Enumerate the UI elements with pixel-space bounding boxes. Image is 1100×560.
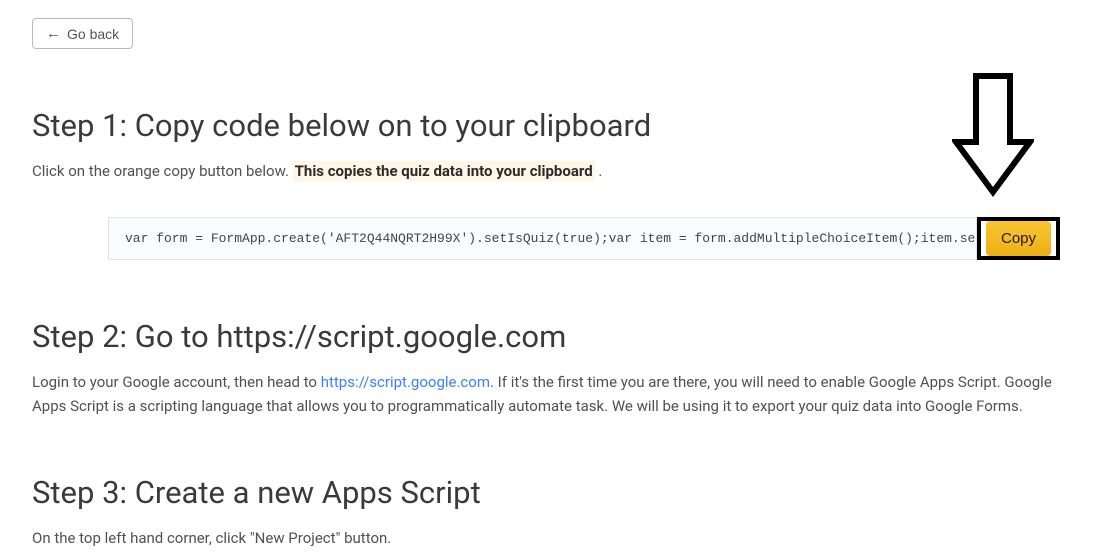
step-2-paragraph: Login to your Google account, then head …	[32, 371, 1070, 418]
script-google-link[interactable]: https://script.google.com	[321, 373, 490, 391]
step-1-text-suffix: .	[598, 162, 602, 180]
arrow-left-icon: ←	[46, 25, 61, 42]
code-snippet: var form = FormApp.create('AFT2Q44NQRT2H…	[108, 217, 977, 260]
step-3-paragraph: On the top left hand corner, click "New …	[32, 527, 1070, 550]
step-3-heading: Step 3: Create a new Apps Script	[32, 474, 1070, 511]
code-row: var form = FormApp.create('AFT2Q44NQRT2H…	[108, 217, 1060, 260]
step-1-heading: Step 1: Copy code below on to your clipb…	[32, 107, 1070, 144]
step-2-text-a: Login to your Google account, then head …	[32, 373, 321, 391]
step-1-highlight: This copies the quiz data into your clip…	[293, 161, 595, 181]
step-2-heading: Step 2: Go to https://script.google.com	[32, 318, 1070, 355]
copy-button[interactable]: Copy	[986, 221, 1051, 256]
down-arrow-icon	[952, 70, 1034, 200]
step-1-paragraph: Click on the orange copy button below. T…	[32, 160, 1070, 183]
go-back-label: Go back	[67, 26, 119, 42]
go-back-button[interactable]: ← Go back	[32, 18, 133, 49]
copy-button-highlight-box: Copy	[977, 217, 1060, 260]
step-1-text-prefix: Click on the orange copy button below.	[32, 162, 289, 180]
